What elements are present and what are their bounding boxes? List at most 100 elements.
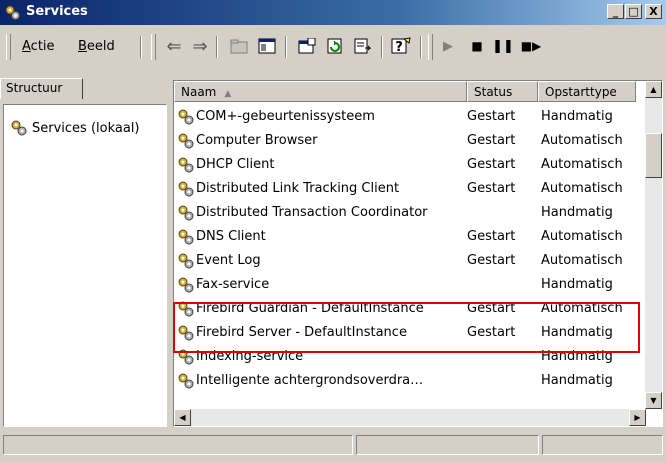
service-gear-icon (178, 229, 194, 245)
service-startup-type: Automatisch (541, 229, 623, 244)
service-status: Gestart (467, 253, 516, 268)
service-name: Indexing-service (196, 349, 304, 364)
pause-service-icon[interactable]: ❚❚ (492, 35, 514, 57)
service-row[interactable]: Firebird Server - DefaultInstance Gestart… (174, 322, 624, 346)
service-startup-type: Automatisch (541, 133, 623, 148)
service-name: Intelligente achtergrondsoverdra… (196, 373, 424, 388)
tree-item-services-local[interactable]: Services (lokaal) (10, 119, 140, 137)
up-folder-icon[interactable] (228, 35, 250, 57)
service-gear-icon (178, 109, 194, 125)
service-name: Event Log (196, 253, 261, 268)
help-icon[interactable]: ? (390, 35, 412, 57)
toolbar-separator (140, 36, 142, 58)
scroll-down-button[interactable]: ▼ (645, 392, 662, 409)
column-header-naam[interactable]: Naam ▲ (174, 81, 467, 102)
close-button[interactable]: X (645, 4, 662, 19)
sort-ascending-icon: ▲ (224, 89, 232, 99)
service-row[interactable]: Firebird Guardian - DefaultInstance Gesta… (174, 298, 624, 322)
service-status: Gestart (467, 133, 516, 148)
refresh-icon[interactable] (324, 35, 346, 57)
tree-item-label: Services (lokaal) (32, 120, 140, 136)
restart-service-icon[interactable]: ■▶ (520, 35, 542, 57)
properties-icon[interactable] (296, 35, 318, 57)
toolbar-grip[interactable] (151, 34, 156, 60)
service-status: Gestart (467, 109, 516, 124)
toolbar-separator (285, 36, 287, 58)
service-gear-icon (178, 349, 194, 365)
service-status: Gestart (467, 229, 516, 244)
service-name: Firebird Guardian - DefaultInstance (196, 301, 424, 316)
back-arrow-icon[interactable]: ⇐ (163, 35, 185, 57)
services-gear-icon (5, 5, 20, 20)
service-startup-type: Handmatig (541, 277, 613, 292)
service-startup-type: Handmatig (541, 349, 613, 364)
services-list: Naam ▲ Status Opstarttype COM+-gebeurteni… (173, 80, 663, 427)
service-startup-type: Handmatig (541, 325, 613, 340)
service-gear-icon (178, 253, 194, 269)
menu-actie[interactable]: Actie (22, 39, 55, 54)
menu-beeld[interactable]: Beeld (78, 39, 115, 54)
start-service-icon[interactable]: ▶ (437, 35, 459, 57)
minimize-button[interactable]: _ (607, 4, 624, 19)
svg-text:?: ? (395, 40, 403, 55)
scroll-thumb[interactable] (645, 133, 662, 178)
service-row[interactable]: Computer Browser Gestart Automatisch (174, 130, 624, 154)
service-row[interactable]: COM+-gebeurtenissysteem Gestart Handmatig (174, 106, 624, 130)
maximize-button[interactable]: □ (625, 4, 642, 19)
service-gear-icon (178, 301, 194, 317)
service-row[interactable]: Distributed Link Tracking Client Gestart A… (174, 178, 624, 202)
service-row[interactable]: Intelligente achtergrondsoverdra… Handmat… (174, 370, 624, 394)
tab-structuur[interactable]: Structuur (0, 78, 83, 99)
export-list-icon[interactable] (352, 35, 374, 57)
service-row[interactable]: Distributed Transaction Coordinator Handm… (174, 202, 624, 226)
toolbar-separator (216, 36, 218, 58)
vertical-scrollbar[interactable]: ▲ ▼ (645, 81, 662, 409)
service-startup-type: Automatisch (541, 181, 623, 196)
column-header-opstarttype[interactable]: Opstarttype (538, 81, 636, 102)
column-header-status[interactable]: Status (467, 81, 538, 102)
service-startup-type: Automatisch (541, 301, 623, 316)
service-status: Gestart (467, 157, 516, 172)
service-name: Distributed Link Tracking Client (196, 181, 400, 196)
service-name: Fax-service (196, 277, 270, 292)
service-startup-type: Handmatig (541, 109, 613, 124)
service-name: Distributed Transaction Coordinator (196, 205, 428, 220)
show-tree-icon[interactable] (256, 35, 278, 57)
service-gear-icon (178, 277, 194, 293)
service-name: Firebird Server - DefaultInstance (196, 325, 407, 340)
window-title: Services (26, 4, 88, 19)
status-pane-right (542, 435, 663, 455)
title-bar[interactable]: Services _ □ X (0, 0, 666, 25)
service-gear-icon (178, 157, 194, 173)
service-startup-type: Automatisch (541, 157, 623, 172)
service-name: DNS Client (196, 229, 266, 244)
scroll-right-button[interactable]: ▶ (629, 409, 646, 426)
stop-service-icon[interactable]: ■ (466, 35, 488, 57)
services-window: Services _ □ X Actie Beeld ⇐ ⇒ ? ▶ ■ ❚❚ … (0, 0, 666, 463)
service-name: Computer Browser (196, 133, 318, 148)
service-gear-icon (178, 325, 194, 341)
service-row[interactable]: Event Log Gestart Automatisch (174, 250, 624, 274)
service-status: Gestart (467, 181, 516, 196)
tree-pane: Services (lokaal) (3, 104, 167, 427)
status-pane-middle (356, 435, 539, 455)
service-gear-icon (178, 373, 194, 389)
toolbar-separator (381, 36, 383, 58)
service-row[interactable]: DHCP Client Gestart Automatisch (174, 154, 624, 178)
toolbar-separator (420, 36, 422, 58)
status-pane-main (3, 435, 353, 455)
horizontal-scrollbar[interactable]: ◀ ▶ (174, 409, 646, 426)
toolbar-grip[interactable] (428, 34, 433, 60)
service-row[interactable]: Fax-service Handmatig (174, 274, 624, 298)
forward-arrow-icon[interactable]: ⇒ (189, 35, 211, 57)
column-header-label: Naam (181, 85, 217, 99)
service-gear-icon (178, 205, 194, 221)
scroll-left-button[interactable]: ◀ (174, 409, 191, 426)
service-row[interactable]: DNS Client Gestart Automatisch (174, 226, 624, 250)
service-startup-type: Handmatig (541, 205, 613, 220)
service-row[interactable]: Indexing-service Handmatig (174, 346, 624, 370)
toolbar: Actie Beeld ⇐ ⇒ ? ▶ ■ ❚❚ ■▶ (0, 26, 666, 68)
service-name: DHCP Client (196, 157, 275, 172)
menu-grip[interactable] (6, 34, 11, 60)
scroll-up-button[interactable]: ▲ (645, 81, 662, 98)
